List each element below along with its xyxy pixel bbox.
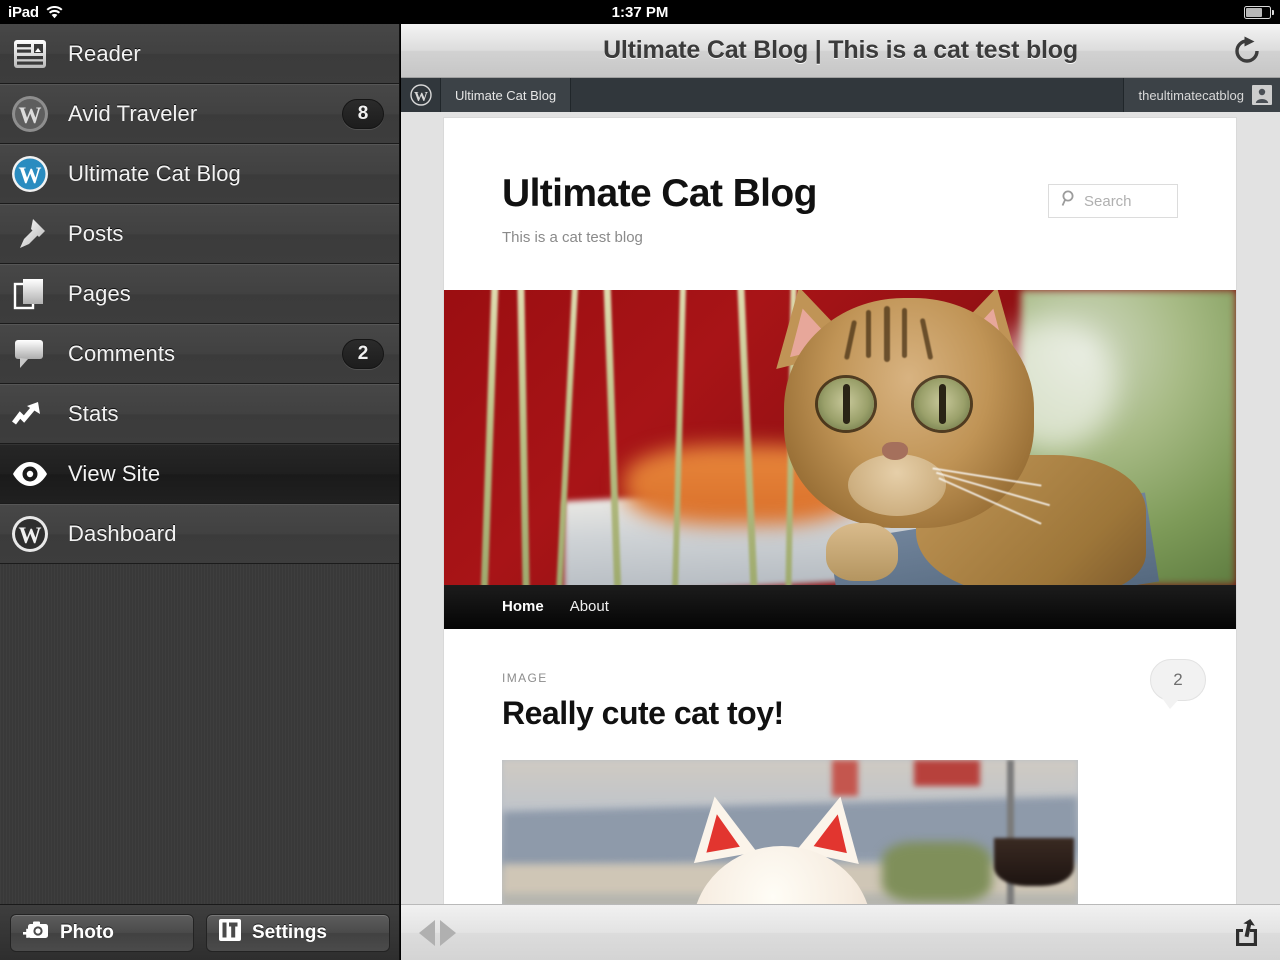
site-nav-menu: Home About xyxy=(444,584,1236,629)
reload-icon[interactable] xyxy=(1230,34,1264,68)
sidebar-item-pages[interactable]: Pages xyxy=(0,264,399,324)
post-comment-count[interactable]: 2 xyxy=(1150,658,1206,709)
battery-icon xyxy=(1244,5,1274,19)
site-nav-item-home[interactable]: Home xyxy=(502,598,544,615)
ipad-app-window: iPad 1:37 PM Reader W Avid Traveler 8 W … xyxy=(0,0,1280,960)
navigation-arrows xyxy=(419,919,456,946)
sidebar-item-comments[interactable]: Comments 2 xyxy=(0,324,399,384)
blog-page: Ultimate Cat Blog This is a cat test blo… xyxy=(444,118,1236,912)
device-name: iPad xyxy=(8,3,39,21)
pages-icon xyxy=(10,274,50,314)
sidebar-item-label: Stats xyxy=(68,401,119,426)
sidebar-item-label: Dashboard xyxy=(68,521,177,546)
wp-admin-bar: W Ultimate Cat Blog theultimatecatblog xyxy=(401,78,1280,112)
sidebar-item-label: Pages xyxy=(68,281,131,306)
sidebar-item-stats[interactable]: Stats xyxy=(0,384,399,444)
detail-pane: Ultimate Cat Blog | This is a cat test b… xyxy=(401,24,1280,960)
search-placeholder: Search xyxy=(1084,192,1132,210)
eye-icon xyxy=(10,454,50,494)
pin-icon xyxy=(10,214,50,254)
status-bar-left: iPad xyxy=(0,4,300,21)
web-content-view[interactable]: Ultimate Cat Blog This is a cat test blo… xyxy=(401,112,1280,912)
sliders-icon xyxy=(219,919,241,946)
page-title: Ultimate Cat Blog | This is a cat test b… xyxy=(603,36,1078,64)
sidebar-item-label: Comments xyxy=(68,341,176,366)
admin-bar-spacer xyxy=(571,78,1123,112)
sidebar-item-reader[interactable]: Reader xyxy=(0,24,399,84)
svg-text:W: W xyxy=(19,163,42,188)
settings-button-label: Settings xyxy=(252,921,327,943)
hero-image xyxy=(444,289,1236,585)
sidebar-item-label: Posts xyxy=(68,221,124,246)
avatar-icon xyxy=(1252,85,1272,105)
sidebar-item-posts[interactable]: Posts xyxy=(0,204,399,264)
comment-icon xyxy=(10,334,50,374)
wifi-icon xyxy=(46,5,63,19)
sidebar-badge: 8 xyxy=(342,99,384,129)
settings-button[interactable]: Settings xyxy=(206,913,390,952)
post-title[interactable]: Really cute cat toy! xyxy=(502,695,1178,732)
sidebar-item-avid-traveler[interactable]: W Avid Traveler 8 xyxy=(0,84,399,144)
post-format-label: IMAGE xyxy=(502,670,548,685)
wordpress-icon: W xyxy=(10,514,50,554)
wordpress-icon[interactable]: W xyxy=(401,78,441,112)
svg-text:W: W xyxy=(19,523,42,548)
blog-title: Ultimate Cat Blog xyxy=(502,172,817,215)
photo-button-label: Photo xyxy=(60,921,114,943)
svg-text:W: W xyxy=(414,90,428,105)
status-bar-right xyxy=(980,5,1280,19)
post-featured-image[interactable] xyxy=(502,759,1078,912)
share-icon[interactable] xyxy=(1232,918,1262,948)
admin-bar-account[interactable]: theultimatecatblog xyxy=(1123,78,1280,112)
arrow-right-icon[interactable] xyxy=(440,919,456,946)
sidebar-bottom-toolbar: Photo Settings xyxy=(0,904,399,960)
sidebar-badge: 2 xyxy=(342,339,384,369)
site-nav-item-about[interactable]: About xyxy=(570,598,609,615)
arrow-left-icon[interactable] xyxy=(419,919,435,946)
admin-bar-account-name: theultimatecatblog xyxy=(1138,87,1244,103)
sidebar-menu-list: Reader W Avid Traveler 8 W Ultimate Cat … xyxy=(0,24,399,564)
sidebar-item-label: View Site xyxy=(68,461,161,486)
sidebar-item-label: Avid Traveler xyxy=(68,101,198,126)
search-icon xyxy=(1061,190,1076,212)
blog-header: Ultimate Cat Blog This is a cat test blo… xyxy=(444,118,1236,290)
sidebar-item-ultimate-cat-blog[interactable]: W Ultimate Cat Blog xyxy=(0,144,399,204)
sidebar-item-view-site[interactable]: View Site xyxy=(0,444,399,504)
admin-bar-site-name[interactable]: Ultimate Cat Blog xyxy=(441,78,572,112)
ios-status-bar: iPad 1:37 PM xyxy=(0,0,1280,24)
sidebar-item-label: Reader xyxy=(68,40,141,66)
wordpress-blue-icon: W xyxy=(10,154,50,194)
chart-arrow-icon xyxy=(10,394,50,434)
browser-bottom-toolbar xyxy=(401,904,1280,960)
status-bar-time: 1:37 PM xyxy=(611,3,669,21)
browser-navbar: Ultimate Cat Blog | This is a cat test b… xyxy=(401,24,1280,78)
wordpress-icon: W xyxy=(10,94,50,134)
sidebar-item-label: Ultimate Cat Blog xyxy=(68,161,241,186)
svg-text:W: W xyxy=(19,103,42,128)
sidebar-item-dashboard[interactable]: W Dashboard xyxy=(0,504,399,564)
post-entry: IMAGE Really cute cat toy! 2 xyxy=(444,629,1236,912)
camera-plus-icon xyxy=(23,919,49,946)
blog-identity: Ultimate Cat Blog This is a cat test blo… xyxy=(502,172,1048,246)
search-input[interactable]: Search xyxy=(1048,184,1178,218)
blog-tagline: This is a cat test blog xyxy=(502,228,643,246)
reader-icon xyxy=(10,34,50,74)
sidebar: Reader W Avid Traveler 8 W Ultimate Cat … xyxy=(0,24,400,960)
photo-button[interactable]: Photo xyxy=(10,913,194,952)
